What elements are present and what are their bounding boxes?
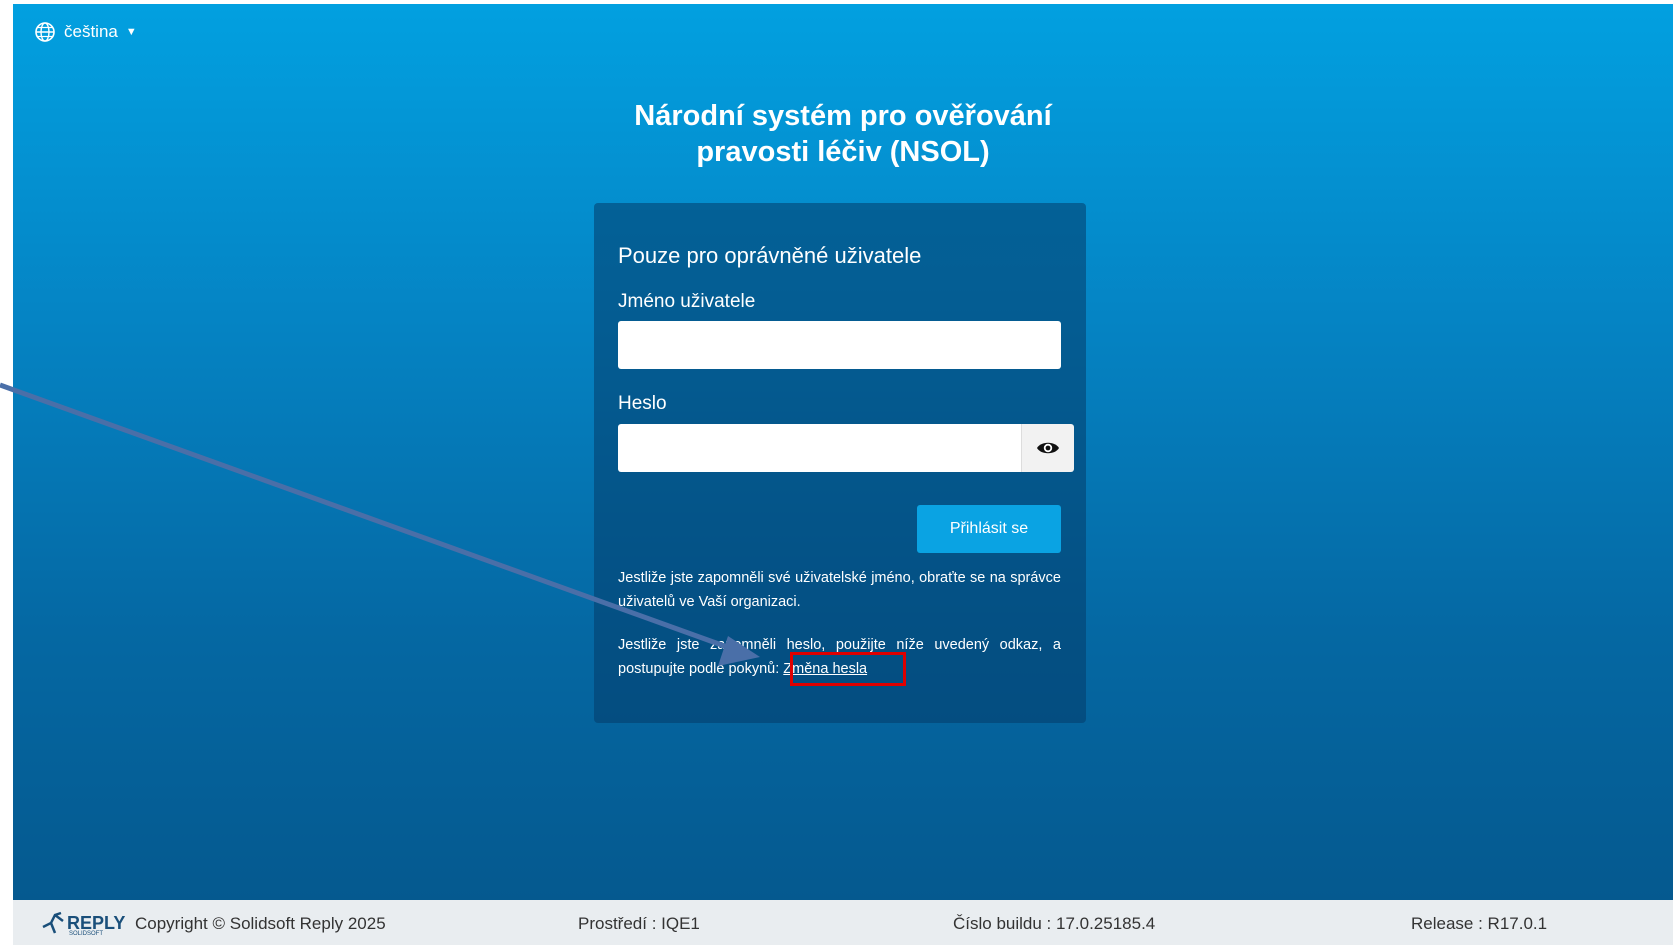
page-title: Národní systém pro ověřování pravosti lé… bbox=[13, 98, 1673, 170]
login-card-heading: Pouze pro oprávněné uživatele bbox=[618, 243, 922, 268]
environment-text: Prostředí : IQE1 bbox=[578, 914, 700, 933]
password-input[interactable] bbox=[618, 424, 1061, 472]
login-page: čeština ▼ Národní systém pro ověřování p… bbox=[13, 4, 1673, 900]
runner-icon bbox=[42, 911, 64, 934]
chevron-down-icon: ▼ bbox=[125, 26, 137, 38]
password-label: Heslo bbox=[618, 393, 667, 414]
page-title-line1: Národní systém pro ověřování bbox=[634, 100, 1052, 132]
show-password-button[interactable] bbox=[1021, 424, 1074, 472]
forgot-username-text: Jestliže jste zapomněli své uživatelské … bbox=[618, 570, 1061, 610]
login-card: Pouze pro oprávněné uživatele Jméno uživ… bbox=[594, 203, 1086, 723]
username-input[interactable] bbox=[618, 321, 1061, 369]
copyright-text: Copyright © Solidsoft Reply 2025 bbox=[135, 914, 386, 933]
reply-logo: REPLY SOLIDSOFT bbox=[41, 911, 125, 937]
reply-logo-subtext: SOLIDSOFT bbox=[69, 931, 104, 937]
change-password-highlight-box bbox=[790, 652, 906, 686]
page-title-line2: pravosti léčiv (NSOL) bbox=[696, 136, 990, 168]
release-text: Release : R17.0.1 bbox=[1411, 914, 1548, 933]
language-label: čeština bbox=[64, 22, 118, 41]
username-label: Jméno uživatele bbox=[618, 291, 756, 312]
globe-icon bbox=[35, 22, 55, 42]
login-button[interactable]: Přihlásit se bbox=[917, 505, 1061, 553]
footer: REPLY SOLIDSOFT Copyright © Solidsoft Re… bbox=[13, 900, 1673, 945]
eye-icon bbox=[1037, 442, 1059, 454]
language-selector[interactable]: čeština ▼ bbox=[35, 22, 137, 42]
build-number-text: Číslo buildu : 17.0.25185.4 bbox=[953, 914, 1156, 933]
